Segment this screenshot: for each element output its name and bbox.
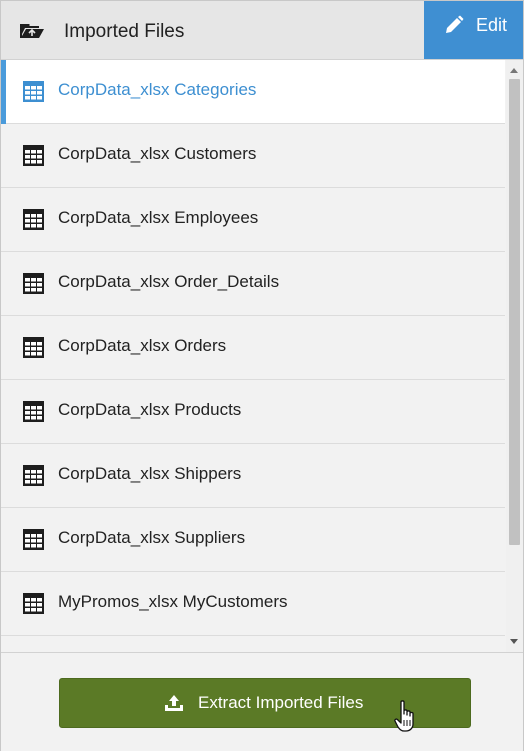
panel-title: Imported Files bbox=[64, 21, 185, 42]
file-list-item[interactable]: CorpData_xlsx Order_Details bbox=[1, 252, 505, 316]
file-list-item[interactable]: CorpData_xlsx Products bbox=[1, 380, 505, 444]
table-icon bbox=[23, 465, 44, 486]
scroll-up-arrow-icon[interactable] bbox=[510, 68, 518, 73]
scrollbar-thumb[interactable] bbox=[509, 79, 520, 545]
file-item-label: CorpData_xlsx Products bbox=[58, 400, 242, 419]
table-icon bbox=[23, 209, 44, 230]
vertical-scrollbar[interactable] bbox=[506, 60, 523, 652]
file-item-label: MyPromos_xlsx MyCustomers bbox=[58, 592, 288, 611]
table-icon bbox=[23, 81, 44, 102]
panel-header: Imported Files Edit bbox=[1, 1, 523, 60]
file-list-item[interactable]: MyPromos_xlsx MyCustomers bbox=[1, 572, 505, 636]
file-list-item[interactable]: CorpData_xlsx Suppliers bbox=[1, 508, 505, 572]
file-item-label: CorpData_xlsx Order_Details bbox=[58, 272, 280, 291]
table-icon bbox=[23, 145, 44, 166]
edit-button[interactable]: Edit bbox=[424, 1, 523, 59]
scroll-down-arrow-icon[interactable] bbox=[510, 639, 518, 644]
table-icon bbox=[23, 273, 44, 294]
file-list: CorpData_xlsx Categories CorpData_xlsx Cu… bbox=[1, 60, 505, 636]
file-item-label: CorpData_xlsx Shippers bbox=[58, 464, 242, 483]
imported-files-panel: Imported Files Edit CorpData_xlsx Catego… bbox=[0, 0, 524, 751]
file-list-item[interactable]: CorpData_xlsx Orders bbox=[1, 316, 505, 380]
table-icon bbox=[23, 401, 44, 422]
file-list-item[interactable]: CorpData_xlsx Categories bbox=[1, 60, 505, 124]
upload-icon bbox=[165, 695, 183, 711]
open-folder-icon bbox=[20, 24, 44, 38]
table-icon bbox=[23, 337, 44, 358]
file-list-item[interactable]: CorpData_xlsx Employees bbox=[1, 188, 505, 252]
extract-button-label: Extract Imported Files bbox=[198, 693, 364, 712]
file-item-label: CorpData_xlsx Categories bbox=[58, 80, 257, 99]
file-list-item[interactable]: CorpData_xlsx Shippers bbox=[1, 444, 505, 508]
file-list-viewport: CorpData_xlsx Categories CorpData_xlsx Cu… bbox=[1, 60, 523, 652]
file-list-item[interactable]: CorpData_xlsx Customers bbox=[1, 124, 505, 188]
file-item-label: CorpData_xlsx Customers bbox=[58, 144, 257, 163]
file-item-label: CorpData_xlsx Orders bbox=[58, 336, 227, 355]
pencil-icon bbox=[446, 15, 464, 33]
table-icon bbox=[23, 593, 44, 614]
panel-footer: Extract Imported Files bbox=[1, 652, 523, 751]
file-item-label: CorpData_xlsx Suppliers bbox=[58, 528, 246, 547]
file-item-label: CorpData_xlsx Employees bbox=[58, 208, 259, 227]
edit-button-label: Edit bbox=[476, 15, 508, 35]
table-icon bbox=[23, 529, 44, 550]
hand-pointer-cursor-icon bbox=[394, 700, 414, 732]
